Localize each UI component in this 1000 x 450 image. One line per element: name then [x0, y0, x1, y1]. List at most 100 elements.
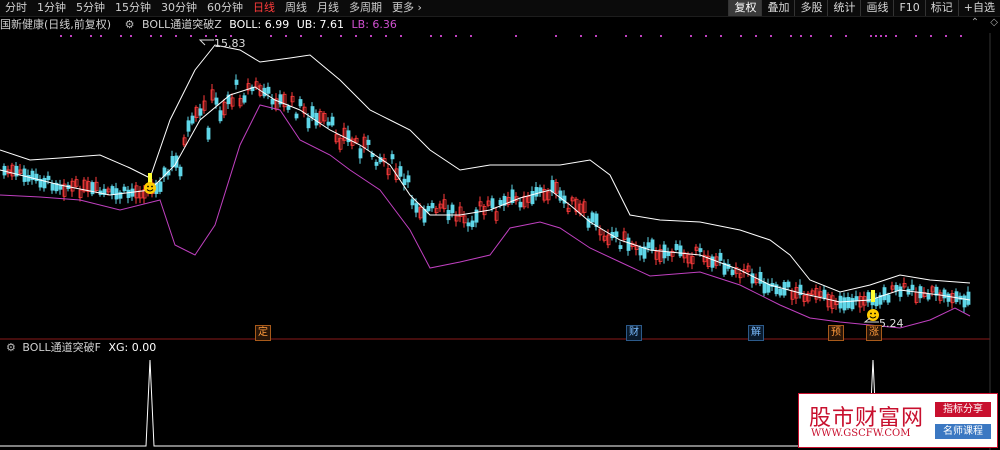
candle-body: [762, 281, 767, 294]
candle-body: [842, 297, 847, 311]
candle-body: [534, 187, 539, 197]
candle-body: [126, 189, 131, 198]
candle-body: [594, 213, 599, 227]
event-marker[interactable]: 财: [626, 325, 642, 341]
diamond-icon[interactable]: ◇: [990, 17, 998, 28]
signal-dot: [880, 35, 882, 37]
high-price-label: 15.83: [214, 37, 246, 50]
tab-period[interactable]: 15分钟: [110, 0, 156, 16]
candle-body: [910, 284, 915, 291]
ub-value: UB: 7.61: [296, 18, 345, 31]
candle-body: [854, 296, 859, 302]
tab-period-daily[interactable]: 日线: [248, 0, 280, 16]
candle-body: [898, 286, 903, 297]
tab-period[interactable]: 5分钟: [71, 0, 110, 16]
signal-dot: [930, 35, 932, 37]
lower-indicator-title: ⚙ BOLL通道突破F XG: 0.00: [0, 340, 156, 356]
event-marker[interactable]: 解: [748, 325, 764, 341]
event-marker[interactable]: 涨: [866, 325, 882, 341]
lower-indicator-name[interactable]: BOLL通道突破F: [22, 341, 101, 354]
candle-body: [750, 273, 755, 284]
chart-canvas[interactable]: 15.83 5.24: [0, 0, 1000, 450]
watermark-logo: 股市财富网 WWW.GSCFW.COM 指标分享 名师课程: [798, 393, 998, 448]
candle-body: [406, 175, 411, 183]
mark-button[interactable]: 标记: [924, 0, 958, 16]
candle-body: [538, 187, 543, 193]
signal-dot: [455, 35, 457, 37]
gear-icon[interactable]: ⚙: [6, 341, 16, 354]
overlay-button[interactable]: 叠加: [761, 0, 794, 16]
candle-body: [730, 269, 735, 275]
candle-body: [214, 97, 219, 105]
candle-body: [242, 95, 247, 103]
signal-dot: [70, 35, 72, 37]
tab-period[interactable]: 1分钟: [32, 0, 71, 16]
signal-dot: [625, 35, 627, 37]
tab-period[interactable]: 分时: [0, 0, 32, 16]
candle-body: [718, 252, 723, 261]
tab-more[interactable]: 更多 ›: [387, 0, 427, 16]
tab-period[interactable]: 30分钟: [156, 0, 202, 16]
signal-dot: [355, 35, 357, 37]
candle-body: [954, 291, 959, 303]
candle-body: [286, 105, 291, 110]
signal-dot: [340, 35, 342, 37]
chart-controls: ⌃ ◇: [963, 17, 998, 28]
candle-body: [466, 222, 471, 227]
candle-body: [298, 99, 303, 107]
candle-body: [42, 177, 47, 189]
smiley-eye: [870, 312, 872, 315]
signal-dot: [285, 35, 287, 37]
candle-body: [426, 205, 431, 212]
period-toolbar: 分时 1分钟 5分钟 15分钟 30分钟 60分钟 日线 周线 月线 多周期 更…: [0, 0, 1000, 17]
candle-body: [590, 212, 595, 223]
draw-line-button[interactable]: 画线: [860, 0, 893, 16]
candle-body: [650, 239, 655, 251]
signal-dot: [90, 35, 92, 37]
candle-body: [766, 283, 771, 293]
signal-dot: [120, 35, 122, 37]
candle-body: [666, 251, 671, 257]
candle-body: [678, 245, 683, 257]
tab-period[interactable]: 多周期: [344, 0, 387, 16]
tab-period[interactable]: 60分钟: [202, 0, 248, 16]
candle-body: [710, 256, 715, 268]
candle-body: [190, 115, 195, 124]
smiley-eye: [147, 185, 149, 188]
candle-body: [530, 191, 535, 205]
candle-body: [366, 139, 371, 145]
watermark-url: WWW.GSCFW.COM: [811, 428, 911, 439]
signal-dot: [470, 35, 472, 37]
multi-stock-button[interactable]: 多股: [794, 0, 827, 16]
signal-dot: [915, 35, 917, 37]
high-marker: [198, 39, 214, 46]
signal-dot: [810, 35, 812, 37]
candle-body: [110, 186, 115, 195]
signal-bar: [871, 290, 875, 302]
candle-body: [674, 244, 679, 251]
adjust-button[interactable]: 复权: [728, 0, 762, 16]
event-marker[interactable]: 预: [828, 325, 844, 341]
candle-body: [946, 293, 951, 302]
collapse-icon[interactable]: ⌃: [971, 17, 979, 28]
f10-button[interactable]: F10: [893, 0, 924, 16]
gear-icon[interactable]: ⚙: [125, 18, 135, 31]
smiley-eye: [151, 185, 153, 188]
event-marker[interactable]: 定: [255, 325, 271, 341]
candle-body: [618, 245, 623, 249]
indicator-name[interactable]: BOLL通道突破Z: [142, 18, 222, 31]
boll-mid-line: [0, 86, 971, 303]
tab-period[interactable]: 周线: [280, 0, 312, 16]
signal-dot: [800, 35, 802, 37]
candle-body: [962, 295, 967, 308]
signal-dot: [430, 35, 432, 37]
candle-body: [906, 288, 911, 295]
candle-body: [410, 199, 415, 206]
signal-dot: [895, 35, 897, 37]
add-watchlist-button[interactable]: +自选: [957, 0, 1000, 16]
tab-period[interactable]: 月线: [312, 0, 344, 16]
candle-body: [26, 174, 31, 182]
candle-body: [198, 108, 203, 116]
stats-button[interactable]: 统计: [827, 0, 860, 16]
candle-body: [638, 247, 643, 256]
